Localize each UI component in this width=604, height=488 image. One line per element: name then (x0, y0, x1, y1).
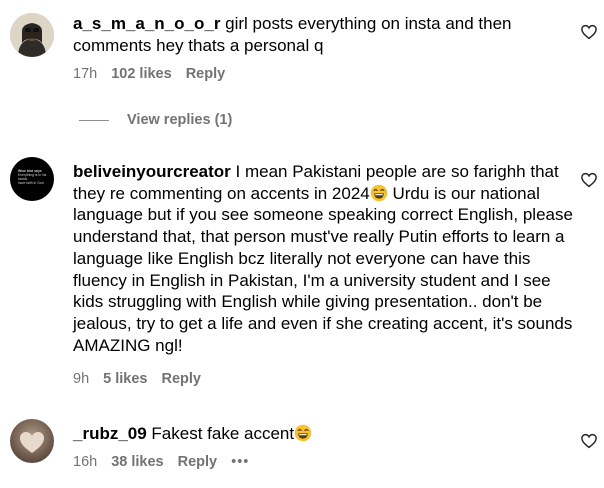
comment-text: _rubz_09 Fakest fake accent (73, 423, 573, 445)
username[interactable]: beliveinyourcreator (73, 162, 231, 181)
avatar[interactable] (10, 419, 54, 463)
comment-meta: 17h 102 likes Reply (73, 66, 239, 82)
like-count[interactable]: 102 likes (111, 66, 171, 82)
reply-button[interactable]: Reply (178, 454, 218, 470)
reply-button[interactable]: Reply (161, 371, 201, 387)
reply-button[interactable]: Reply (186, 66, 226, 82)
more-options-button[interactable]: ••• (231, 454, 249, 470)
comment-text: beliveinyourcreator I mean Pakistani peo… (73, 161, 573, 356)
avatar-caption: Wise bird says Everything is in his hand… (18, 169, 47, 185)
username[interactable]: a_s_m_a_n_o_o_r (73, 14, 220, 33)
heart-hands-avatar-icon (10, 419, 54, 463)
like-count[interactable]: 5 likes (103, 371, 147, 387)
comment-meta: 16h 38 likes Reply ••• (73, 454, 263, 470)
avatar-image-icon (10, 13, 54, 57)
timestamp: 17h (73, 66, 98, 82)
username[interactable]: _rubz_09 (73, 424, 147, 443)
timestamp: 16h (73, 454, 98, 470)
view-replies-label: View replies (1) (127, 112, 233, 128)
heart-icon[interactable] (580, 23, 598, 41)
comment-text: a_s_m_a_n_o_o_r girl posts everything on… (73, 13, 573, 56)
replies-divider (79, 119, 109, 121)
laughing-emoji-icon (370, 184, 387, 201)
comment-body: Fakest fake accent (146, 424, 295, 443)
timestamp: 9h (73, 371, 90, 387)
heart-icon[interactable] (580, 171, 598, 189)
like-count[interactable]: 38 likes (111, 454, 163, 470)
view-replies-button[interactable]: View replies (1) (79, 112, 232, 128)
heart-icon[interactable] (580, 432, 598, 450)
avatar[interactable] (10, 13, 54, 57)
avatar[interactable]: Wise bird says Everything is in his hand… (10, 157, 54, 201)
laughing-emoji-icon (294, 424, 312, 442)
comment-meta: 9h 5 likes Reply (73, 371, 215, 387)
comment-body-continued: Urdu is our national language but if you… (73, 183, 573, 355)
